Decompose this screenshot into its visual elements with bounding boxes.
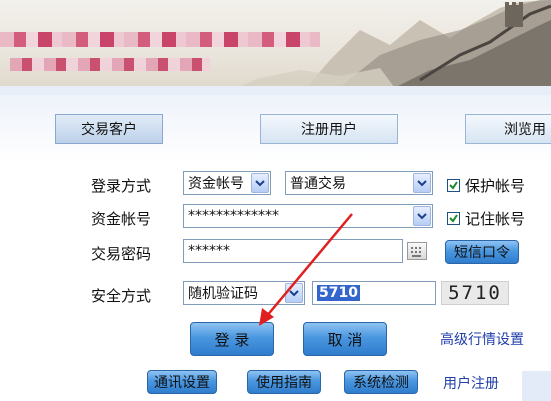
chevron-down-icon[interactable] [251,173,269,193]
protect-account-checkbox[interactable]: 保护帐号 [447,175,525,196]
tab-label: 交易客户 [81,122,137,138]
account-type-select[interactable]: 资金帐号 [183,171,271,195]
tab-browse[interactable]: 浏览用 [465,114,551,144]
security-method-select[interactable]: 随机验证码 [183,281,305,305]
login-panel: 交易客户 注册用户 浏览用 登录方式 资金帐号 普通交易 保护帐号 资金帐号 *… [0,95,551,401]
captcha-image-text: 5710 [448,282,502,304]
tab-trade-client[interactable]: 交易客户 [55,114,163,144]
great-wall-landscape [0,0,551,95]
user-register-link[interactable]: 用户注册 [443,373,499,393]
login-method-label: 登录方式 [91,177,152,195]
cancel-label: 取 消 [327,330,363,349]
security-method-label: 安全方式 [91,287,152,305]
system-check-button[interactable]: 系统检测 [344,370,418,394]
password-value: ****** [188,243,230,259]
comm-settings-button[interactable]: 通讯设置 [147,370,217,394]
login-label: 登 录 [214,330,250,349]
scroll-edge [522,371,551,401]
comm-settings-label: 通讯设置 [154,375,210,391]
protect-account-label: 保护帐号 [465,177,526,195]
advanced-quote-settings-link[interactable]: 高级行情设置 [440,329,524,349]
user-guide-button[interactable]: 使用指南 [247,370,321,394]
cancel-button[interactable]: 取 消 [303,322,387,356]
captcha-input[interactable]: 5710 [312,281,436,305]
security-method-value: 随机验证码 [188,286,258,302]
user-guide-label: 使用指南 [256,375,312,391]
banner [0,0,551,95]
checkbox-checked-icon [447,212,460,225]
tab-registered-user[interactable]: 注册用户 [260,114,398,144]
blurred-title [0,32,320,47]
password-label: 交易密码 [91,245,152,263]
remember-account-checkbox[interactable]: 记住帐号 [447,208,525,229]
captcha-input-value: 5710 [317,285,360,301]
tab-label: 浏览用 [504,122,546,138]
sms-token-label: 短信口令 [454,245,510,261]
captcha-image[interactable]: 5710 [441,281,509,305]
checkbox-checked-icon [447,179,460,192]
remember-account-label: 记住帐号 [465,210,526,228]
trade-type-select[interactable]: 普通交易 [285,171,433,195]
system-check-label: 系统检测 [353,375,409,391]
account-type-value: 资金帐号 [188,176,244,192]
blurred-title [10,58,210,71]
trade-type-value: 普通交易 [290,176,346,192]
password-input[interactable]: ****** [183,239,403,263]
chevron-down-icon[interactable] [413,173,431,193]
chevron-down-icon[interactable] [413,206,431,226]
tab-label: 注册用户 [301,122,357,138]
keyboard-icon[interactable] [407,242,427,260]
fund-account-input[interactable]: ************* [183,204,433,228]
sms-token-button[interactable]: 短信口令 [445,240,519,264]
chevron-down-icon[interactable] [285,283,303,303]
login-button[interactable]: 登 录 [190,322,274,356]
fund-account-value: ************* [188,208,279,224]
fund-account-label: 资金帐号 [91,210,152,228]
